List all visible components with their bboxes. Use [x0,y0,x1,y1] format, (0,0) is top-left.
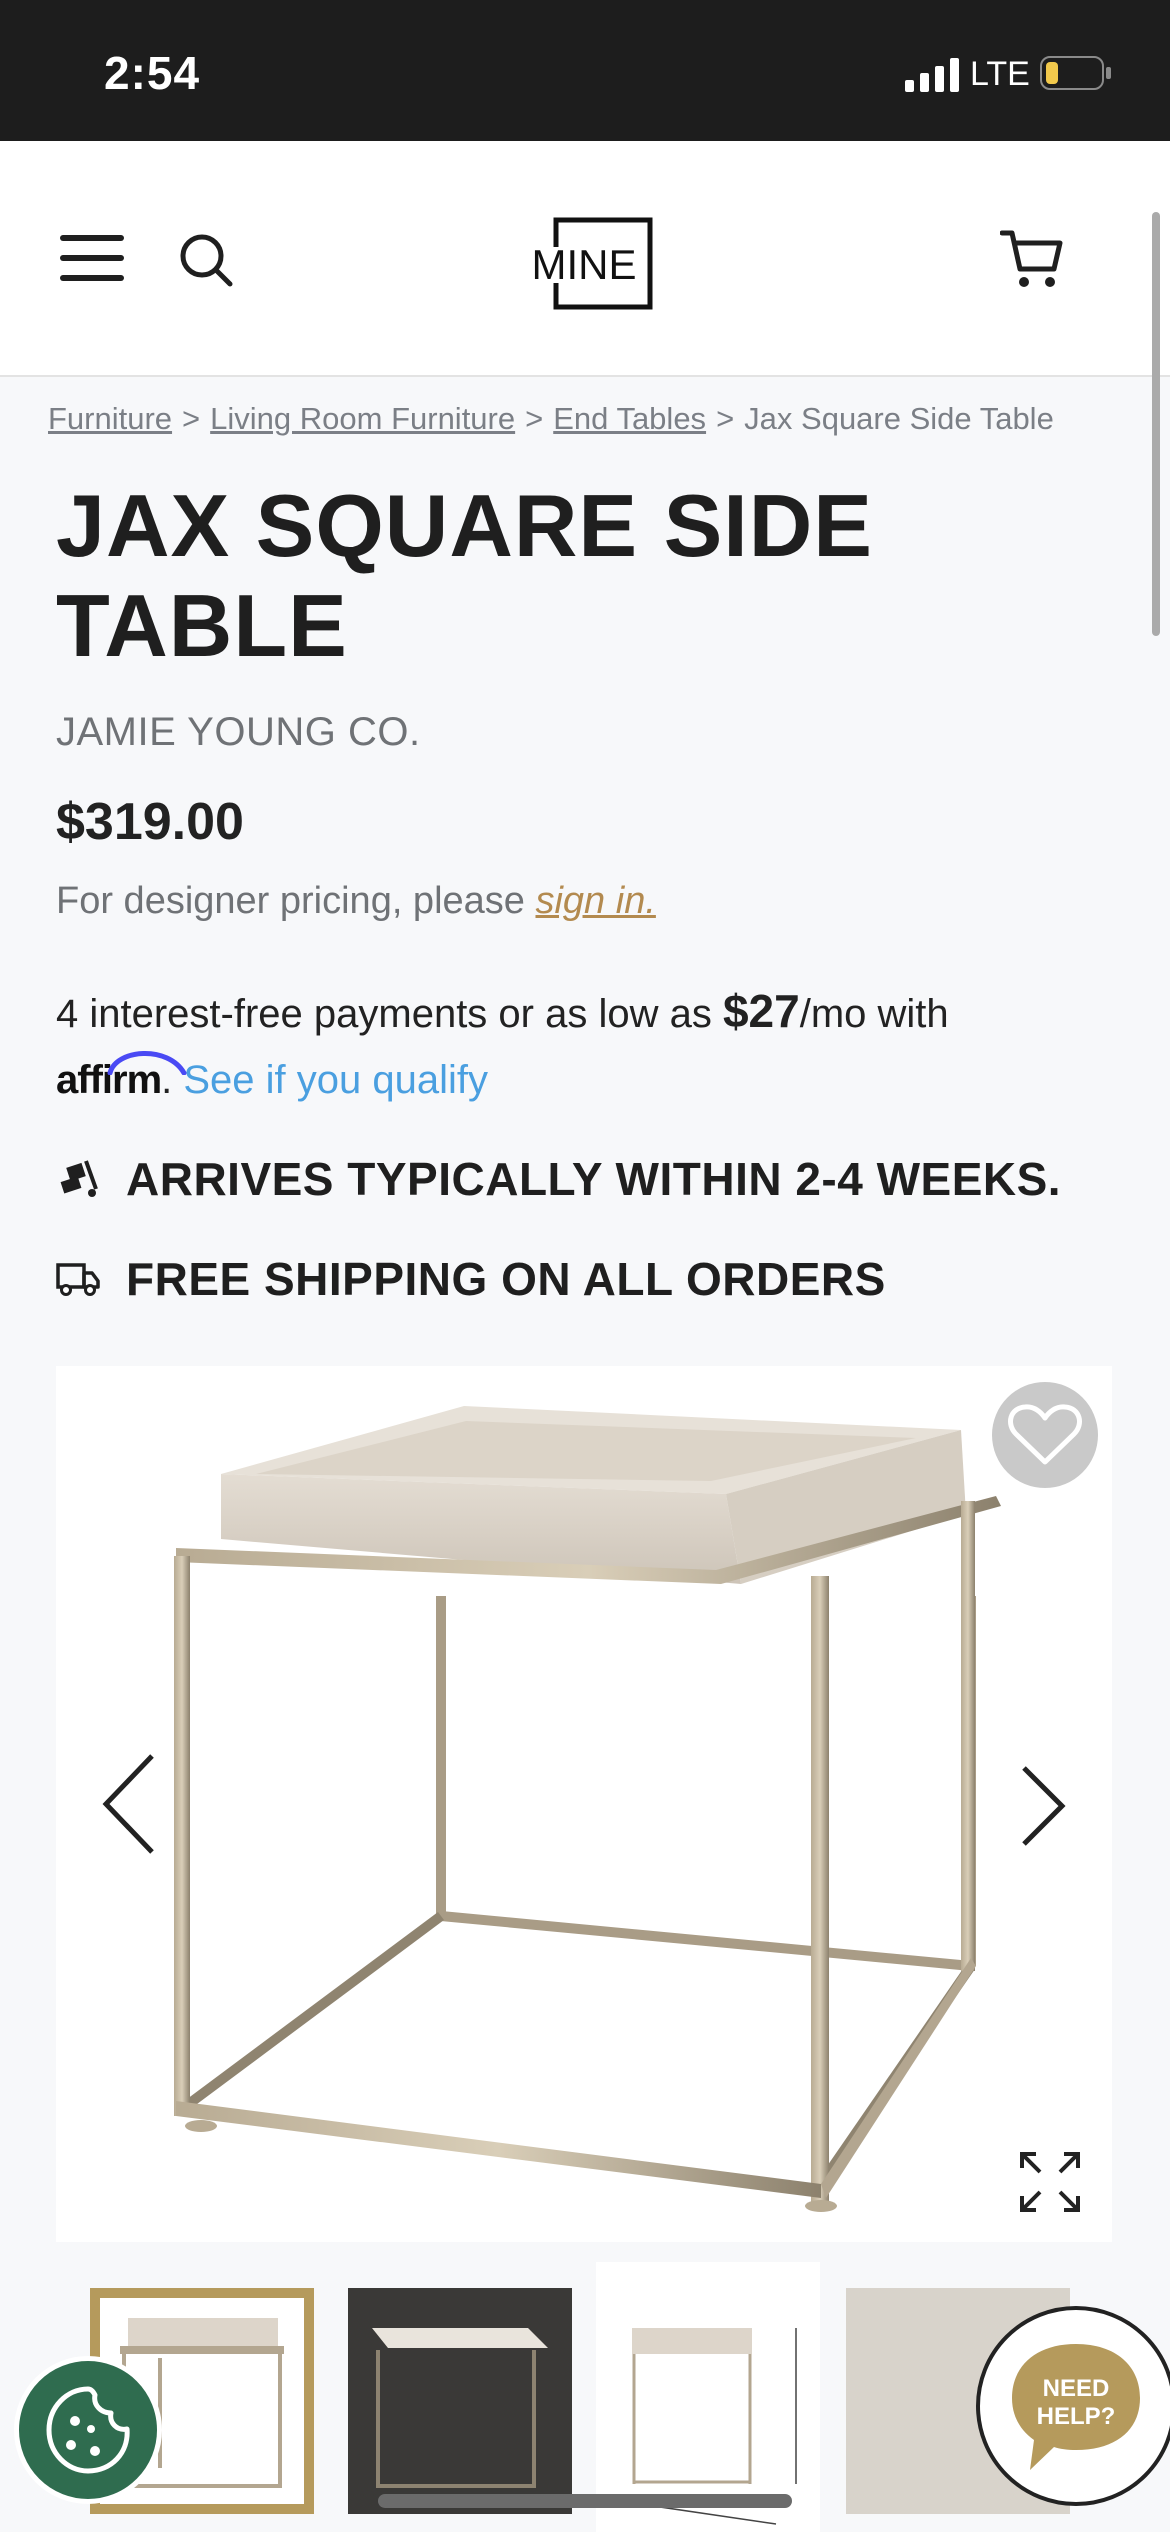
status-time: 2:54 [104,47,201,99]
sign-in-link[interactable]: sign in. [535,880,655,922]
free-shipping-text: FREE SHIPPING ON ALL ORDERS [126,1253,886,1305]
mine-logo[interactable]: MINE [514,217,654,311]
chat-bubble-icon: NEED HELP? [1012,2344,1140,2470]
product-image-gallery[interactable] [56,1366,1112,2242]
status-bar: 2:54 LTE [0,0,1170,141]
product-image [174,1406,1001,2212]
breadcrumb-link-furniture[interactable]: Furniture [48,401,172,436]
cookie-icon [46,2386,130,2474]
designer-pricing-text: For designer pricing, please [56,880,536,922]
arrival-text: ARRIVES TYPICALLY WITHIN 2-4 WEEKS. [126,1153,1062,1205]
breadcrumb-link-living-room[interactable]: Living Room Furniture [210,401,515,436]
designer-pricing-note: For designer pricing, please sign in. [56,880,656,923]
menu-icon[interactable] [60,235,124,281]
breadcrumb: Furniture > Living Room Furniture > End Tabl… [48,401,1054,436]
help-button-ring: NEED HELP? [976,2306,1170,2506]
affirm-amount: $27 [722,985,800,1037]
need-help-button[interactable]: NEED HELP? [968,2298,1170,2514]
affirm-text-before: 4 interest-free payments or as low as [56,992,723,1036]
search-icon[interactable] [178,232,234,288]
help-line-2: HELP? [1037,2403,1116,2430]
arrival-info: ARRIVES TYPICALLY WITHIN 2-4 WEEKS. [56,1152,1061,1206]
product-price: $319.00 [56,793,244,851]
cookie-settings-button[interactable] [14,2356,162,2504]
heart-icon [1008,1404,1082,1465]
next-image-arrow-icon[interactable] [1018,1764,1068,1848]
affirm-financing: 4 interest-free payments or as low as $2… [56,978,1116,1113]
site-header: MINE [0,141,1170,377]
thumbnail-2[interactable] [348,2288,572,2514]
thumbnail-3[interactable] [596,2262,820,2532]
signal-icon [905,58,959,92]
battery-icon [1040,56,1111,90]
thumbnail-image [372,2328,548,2488]
breadcrumb-current: Jax Square Side Table [744,401,1054,436]
previous-image-arrow-icon[interactable] [100,1752,160,1856]
logo-text: MINE [532,241,637,288]
product-title: JAX SQUARE SIDE TABLE [56,476,873,675]
see-if-you-qualify-link[interactable]: See if you qualify [183,1058,488,1102]
affirm-arc-icon [107,1051,187,1075]
cart-icon[interactable] [1000,227,1064,291]
thumbnail-image [625,2328,797,2525]
free-shipping-info: FREE SHIPPING ON ALL ORDERS [56,1252,886,1306]
home-indicator[interactable] [378,2494,792,2508]
expand-icon[interactable] [1018,2150,1082,2214]
product-brand[interactable]: JAMIE YOUNG CO. [56,710,421,755]
network-label: LTE [970,55,1030,93]
breadcrumb-link-end-tables[interactable]: End Tables [553,401,706,436]
help-line-1: NEED [1043,2375,1110,2402]
page-scrollbar[interactable] [1152,212,1160,636]
hand-truck-icon [60,1160,98,1197]
affirm-text-after: /mo with [799,992,949,1036]
affirm-logo: affirm [56,1047,187,1113]
truck-icon [56,1263,100,1296]
favorite-button[interactable] [992,1382,1098,1488]
